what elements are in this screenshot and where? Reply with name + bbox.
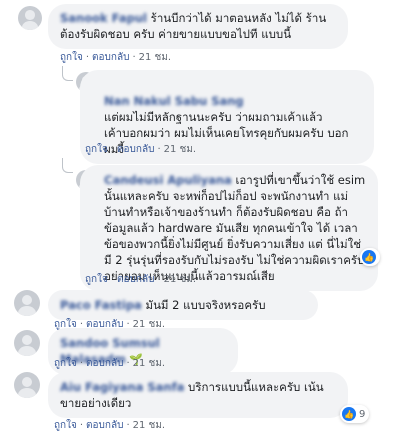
timestamp[interactable]: 21 ชม.: [139, 52, 171, 63]
comment-bubble: Aiu Fagiyana Sanfa บริการแบบนี้แหละครับ …: [48, 372, 348, 418]
timestamp[interactable]: 21 ชม.: [164, 144, 196, 155]
timestamp[interactable]: 21 ชม.: [133, 358, 165, 369]
comment-bubble: Sanook Fapul ร้านบีกว่าได้ มาตอนหลัง ไม่…: [48, 4, 348, 49]
commenter-avatar[interactable]: [14, 330, 40, 356]
reply-link[interactable]: ตอบกลับ: [86, 358, 123, 369]
commenter-name[interactable]: Candeusi Apuliyana: [104, 173, 232, 187]
commenter-name[interactable]: Sanook Fapul: [60, 11, 147, 25]
commenter-name[interactable]: Aiu Fagiyana Sanfa: [60, 380, 184, 394]
reaction-badge[interactable]: 👍: [360, 248, 380, 266]
comment-actions: ถูกใจ · ตอบกลับ · 21 ชม.: [85, 274, 197, 285]
commenter-avatar[interactable]: [14, 290, 40, 316]
reply-link[interactable]: ตอบกลับ: [86, 420, 123, 431]
commenter-name[interactable]: Nan Nakul Sabu Sang: [104, 94, 244, 108]
commenter-avatar[interactable]: [18, 6, 42, 30]
like-link[interactable]: ถูกใจ: [60, 52, 83, 63]
reply-link[interactable]: ตอบกลับ: [117, 144, 154, 155]
comment-text: มันมี 2 แบบจริงหรอครับ: [145, 298, 266, 312]
commenter-name[interactable]: Paco Fastipa: [60, 298, 142, 312]
timestamp[interactable]: 21 ชม.: [133, 420, 165, 431]
comment-actions: ถูกใจ · ตอบกลับ · 21 ชม.: [54, 420, 166, 431]
like-link[interactable]: ถูกใจ: [54, 358, 77, 369]
like-link[interactable]: ถูกใจ: [85, 144, 108, 155]
like-link[interactable]: ถูกใจ: [85, 274, 108, 285]
like-reaction-icon: 👍: [362, 250, 376, 264]
like-reaction-icon: 👍: [342, 407, 356, 421]
comment-actions: ถูกใจ · ตอบกลับ · 21 ชม.: [85, 144, 197, 155]
commenter-avatar[interactable]: [14, 372, 40, 398]
comment-actions: ถูกใจ · ตอบกลับ · 21 ชม.: [60, 52, 172, 63]
reply-link[interactable]: ตอบกลับ: [117, 274, 154, 285]
reply-connector: [62, 66, 73, 81]
comment-text: เอารูปที่เขาขึ้นว่าใช้ esim นั้นแหละครับ…: [104, 173, 366, 283]
timestamp[interactable]: 21 ชม.: [164, 274, 196, 285]
reply-link[interactable]: ตอบกลับ: [92, 52, 129, 63]
reply-connector: [62, 158, 73, 173]
like-link[interactable]: ถูกใจ: [54, 420, 77, 431]
reaction-badge[interactable]: 👍 9: [340, 405, 370, 423]
reaction-count: 9: [359, 408, 366, 420]
comment-actions: ถูกใจ · ตอบกลับ · 21 ชม.: [54, 358, 166, 369]
comment-bubble: Paco Fastipa มันมี 2 แบบจริงหรอครับ: [48, 290, 318, 320]
